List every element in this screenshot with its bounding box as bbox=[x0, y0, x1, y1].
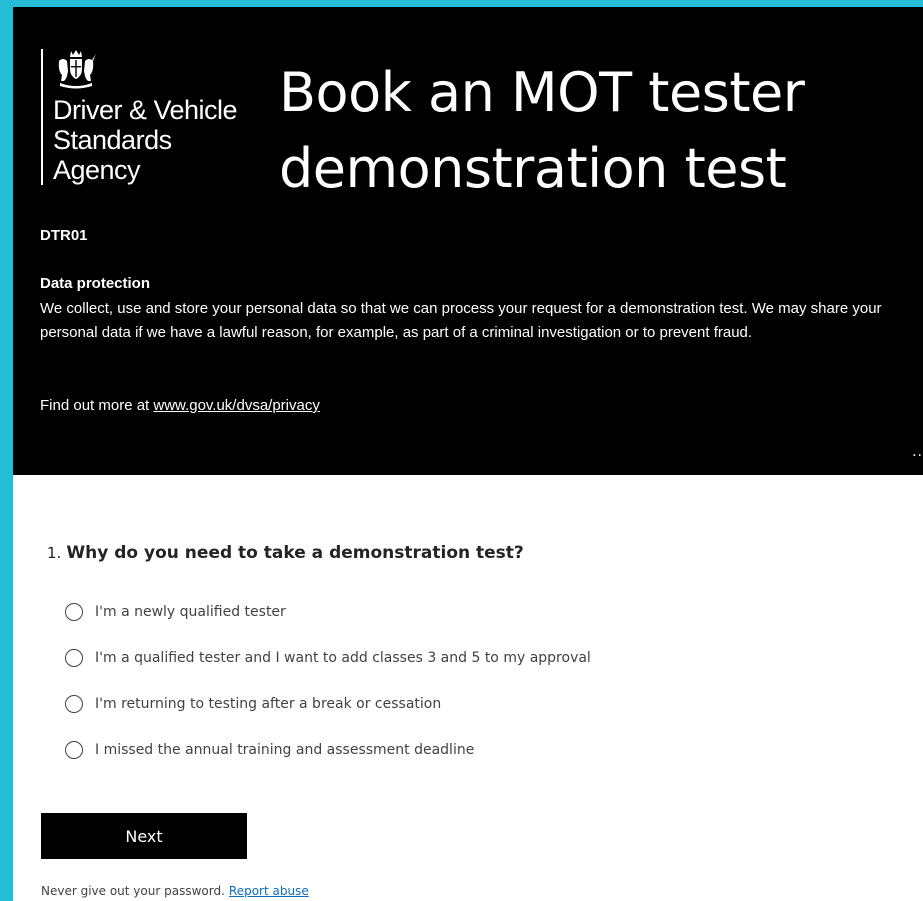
form-frame: Driver & Vehicle Standards Agency Book a… bbox=[13, 7, 923, 901]
privacy-link[interactable]: www.gov.uk/dvsa/privacy bbox=[153, 397, 319, 414]
question-number: 1. bbox=[47, 544, 62, 562]
option-label: I'm a newly qualified tester bbox=[95, 604, 286, 620]
option-missed-deadline[interactable]: I missed the annual training and assessm… bbox=[65, 727, 591, 773]
option-label: I'm returning to testing after a break o… bbox=[95, 696, 442, 712]
option-returning[interactable]: I'm returning to testing after a break o… bbox=[65, 681, 591, 727]
password-notice: Never give out your password. bbox=[41, 884, 225, 898]
report-abuse-link[interactable]: Report abuse bbox=[229, 884, 309, 898]
radio-unchecked-icon[interactable] bbox=[65, 741, 83, 759]
privacy-info: Find out more at www.gov.uk/dvsa/privacy bbox=[40, 397, 320, 414]
royal-coat-of-arms-icon bbox=[58, 50, 96, 89]
overflow-marker: .. bbox=[912, 443, 923, 460]
form-header: Driver & Vehicle Standards Agency Book a… bbox=[13, 7, 923, 475]
radio-unchecked-icon[interactable] bbox=[65, 603, 83, 621]
question-1: 1. Why do you need to take a demonstrati… bbox=[47, 543, 524, 563]
answer-options: I'm a newly qualified tester I'm a quali… bbox=[65, 589, 591, 773]
radio-unchecked-icon[interactable] bbox=[65, 695, 83, 713]
dvsa-logo: Driver & Vehicle Standards Agency bbox=[41, 49, 251, 189]
logo-divider bbox=[41, 49, 43, 185]
agency-name: Driver & Vehicle Standards Agency bbox=[53, 95, 238, 185]
form-code: DTR01 bbox=[40, 227, 88, 244]
page-title: Book an MOT tester demonstration test bbox=[279, 61, 805, 200]
radio-unchecked-icon[interactable] bbox=[65, 649, 83, 667]
footer: Never give out your password. Report abus… bbox=[41, 884, 309, 898]
option-newly-qualified[interactable]: I'm a newly qualified tester bbox=[65, 589, 591, 635]
option-label: I'm a qualified tester and I want to add… bbox=[95, 650, 591, 666]
question-text: Why do you need to take a demonstration … bbox=[66, 543, 524, 563]
data-protection-heading: Data protection bbox=[40, 275, 151, 292]
next-button[interactable]: Next bbox=[41, 813, 247, 859]
data-protection-text: We collect, use and store your personal … bbox=[40, 300, 882, 341]
privacy-prefix: Find out more at bbox=[40, 397, 154, 414]
option-add-classes[interactable]: I'm a qualified tester and I want to add… bbox=[65, 635, 591, 681]
option-label: I missed the annual training and assessm… bbox=[95, 742, 475, 758]
